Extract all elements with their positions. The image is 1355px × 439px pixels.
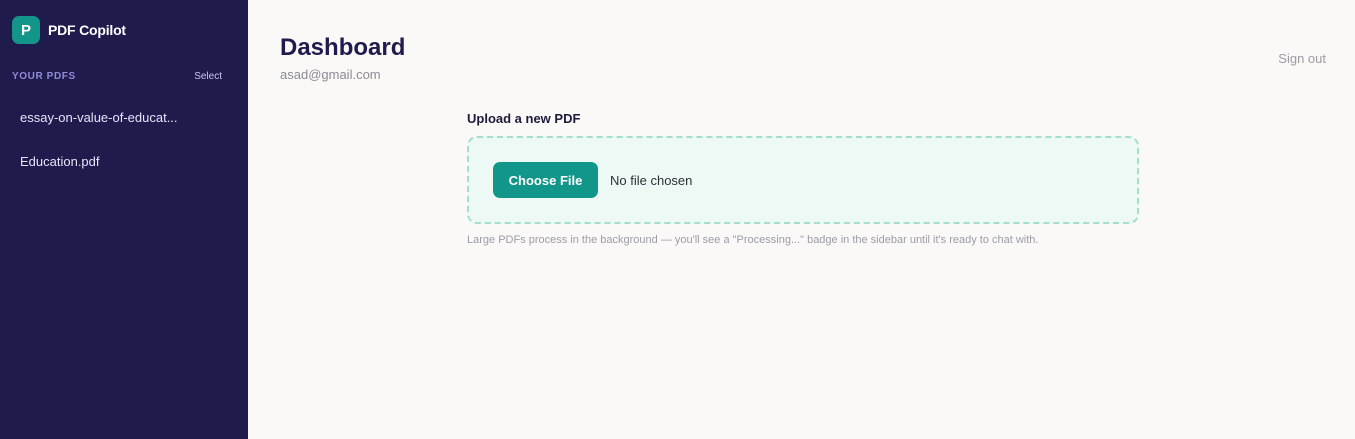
upload-hint: Large PDFs process in the background — y… bbox=[467, 234, 1039, 246]
brand-logo-icon: P bbox=[12, 16, 40, 44]
user-email: asad@gmail.com bbox=[280, 67, 381, 82]
upload-dropzone[interactable]: Choose File No file chosen bbox=[467, 136, 1139, 224]
sidebar-item-pdf[interactable]: essay-on-value-of-educat... bbox=[0, 100, 248, 135]
main-content: Dashboard asad@gmail.com Sign out Upload… bbox=[248, 0, 1355, 439]
choose-file-button[interactable]: Choose File bbox=[493, 162, 598, 198]
sidebar: P PDF Copilot YOUR PDFS Select essay-on-… bbox=[0, 0, 248, 439]
pdf-list: essay-on-value-of-educat... Education.pd… bbox=[0, 100, 248, 188]
sidebar-item-pdf[interactable]: Education.pdf bbox=[0, 144, 248, 179]
brand-name: PDF Copilot bbox=[48, 22, 126, 38]
pdf-item-label: Education.pdf bbox=[20, 154, 100, 169]
brand[interactable]: P PDF Copilot bbox=[12, 16, 126, 44]
select-button[interactable]: Select bbox=[194, 71, 222, 82]
upload-label: Upload a new PDF bbox=[467, 111, 581, 126]
file-status: No file chosen bbox=[610, 173, 693, 188]
pdf-section-header: YOUR PDFS Select bbox=[12, 71, 222, 82]
pdf-item-label: essay-on-value-of-educat... bbox=[20, 110, 178, 125]
page-title: Dashboard bbox=[280, 34, 406, 61]
section-title: YOUR PDFS bbox=[12, 71, 76, 82]
sign-out-link[interactable]: Sign out bbox=[1278, 51, 1326, 66]
app-window: P PDF Copilot YOUR PDFS Select essay-on-… bbox=[0, 0, 1355, 439]
